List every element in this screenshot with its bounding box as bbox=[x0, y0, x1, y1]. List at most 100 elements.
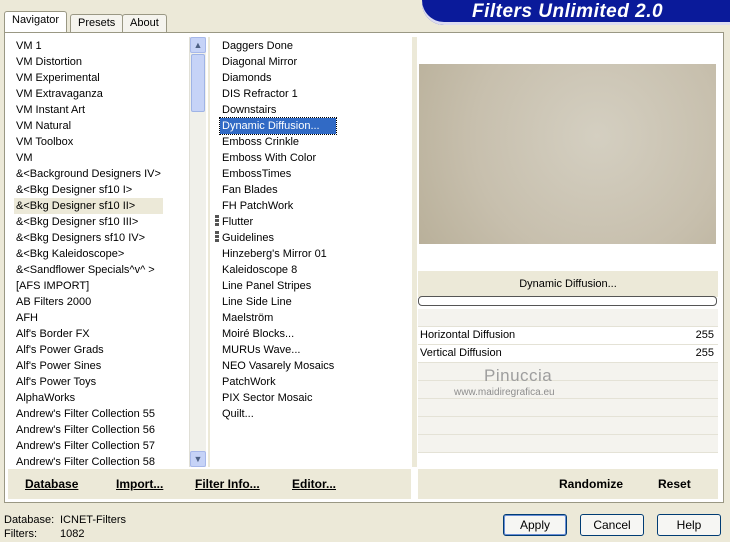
list-item[interactable]: Maelström bbox=[220, 310, 336, 326]
list-item[interactable]: VM 1 bbox=[14, 38, 163, 54]
list-item[interactable]: Moiré Blocks... bbox=[220, 326, 336, 342]
group-marker-icon bbox=[215, 215, 219, 227]
list-item[interactable]: Line Side Line bbox=[220, 294, 336, 310]
list-item[interactable]: Daggers Done bbox=[220, 38, 336, 54]
list-item[interactable]: Andrew's Filter Collection 56 bbox=[14, 422, 163, 438]
list-item[interactable]: Kaleidoscope 8 bbox=[220, 262, 336, 278]
list-item[interactable]: Downstairs bbox=[220, 102, 336, 118]
filter-list[interactable]: Daggers Done Diagonal Mirror Diamonds DIS R… bbox=[218, 38, 338, 422]
param-row-horizontal-diffusion[interactable]: Horizontal Diffusion 255 bbox=[418, 327, 718, 344]
filters-count: 1082 bbox=[60, 528, 85, 540]
import-button[interactable]: Import... bbox=[116, 477, 163, 491]
scrollbar-thumb[interactable] bbox=[191, 54, 205, 112]
list-item[interactable]: &<Bkg Designer sf10 I> bbox=[14, 182, 163, 198]
category-list-panel: VM 1 VM Distortion VM Experimental VM Extra… bbox=[8, 37, 207, 470]
list-item[interactable]: FH PatchWork bbox=[220, 198, 336, 214]
param-value[interactable]: 255 bbox=[696, 327, 714, 344]
apply-button[interactable]: Apply bbox=[503, 514, 567, 536]
panel-divider bbox=[412, 37, 417, 467]
list-item[interactable]: Flutter bbox=[220, 214, 336, 230]
preview-image bbox=[419, 64, 716, 244]
param-label: Horizontal Diffusion bbox=[420, 329, 516, 341]
filter-list-panel: Daggers Done Diagonal Mirror Diamonds DIS R… bbox=[213, 37, 411, 467]
randomize-button[interactable]: Randomize bbox=[559, 477, 623, 491]
param-label: Vertical Diffusion bbox=[420, 347, 502, 359]
filter-name-label: Dynamic Diffusion... bbox=[418, 271, 718, 297]
list-item[interactable]: Alf's Border FX bbox=[14, 326, 163, 342]
param-row-empty bbox=[418, 399, 718, 416]
list-item[interactable]: NEO Vasarely Mosaics bbox=[220, 358, 336, 374]
list-item[interactable]: Guidelines bbox=[220, 230, 336, 246]
list-item[interactable]: MURUs Wave... bbox=[220, 342, 336, 358]
tab-navigator[interactable]: Navigator bbox=[4, 11, 68, 32]
list-item[interactable]: VM Instant Art bbox=[14, 102, 163, 118]
list-item[interactable]: Quilt... bbox=[220, 406, 336, 422]
filter-info-button[interactable]: Filter Info... bbox=[195, 477, 260, 491]
category-scrollbar[interactable]: ▲ ▼ bbox=[189, 37, 206, 467]
list-item[interactable]: VM bbox=[14, 150, 163, 166]
list-item[interactable]: &<Background Designers IV> bbox=[14, 166, 163, 182]
chevron-up-icon[interactable]: ▲ bbox=[190, 37, 206, 53]
filters-label: Filters: bbox=[4, 528, 37, 540]
group-marker-icon bbox=[215, 231, 219, 243]
list-item[interactable]: Diamonds bbox=[220, 70, 336, 86]
list-item[interactable]: Andrew's Filter Collection 55 bbox=[14, 406, 163, 422]
list-item[interactable]: AB Filters 2000 bbox=[14, 294, 163, 310]
tab-presets[interactable]: Presets bbox=[70, 14, 124, 32]
list-item[interactable]: Diagonal Mirror bbox=[220, 54, 336, 70]
list-item[interactable]: VM Natural bbox=[14, 118, 163, 134]
param-row-empty bbox=[418, 309, 718, 326]
tab-about[interactable]: About bbox=[122, 14, 167, 32]
list-item[interactable]: PIX Sector Mosaic bbox=[220, 390, 336, 406]
list-item[interactable]: DIS Refractor 1 bbox=[220, 86, 336, 102]
list-item[interactable]: Andrew's Filter Collection 57 bbox=[14, 438, 163, 454]
list-item[interactable]: Alf's Power Toys bbox=[14, 374, 163, 390]
row-divider bbox=[418, 452, 718, 453]
list-item[interactable]: Emboss With Color bbox=[220, 150, 336, 166]
banner-title: Filters Unlimited 2.0 bbox=[472, 1, 664, 22]
list-item[interactable]: Andrew's Filter Collection 58 bbox=[14, 454, 163, 470]
list-item[interactable]: &<Bkg Designers sf10 IV> bbox=[14, 230, 163, 246]
list-item[interactable]: PatchWork bbox=[220, 374, 336, 390]
list-item[interactable]: VM Extravaganza bbox=[14, 86, 163, 102]
list-item[interactable]: Alf's Power Sines bbox=[14, 358, 163, 374]
list-item[interactable]: Emboss Crinkle bbox=[220, 134, 336, 150]
param-row-vertical-diffusion[interactable]: Vertical Diffusion 255 bbox=[418, 345, 718, 362]
row-divider bbox=[418, 326, 718, 327]
list-item[interactable]: VM Experimental bbox=[14, 70, 163, 86]
list-item[interactable]: Alf's Power Grads bbox=[14, 342, 163, 358]
list-item[interactable]: Fan Blades bbox=[220, 182, 336, 198]
watermark-name: Pinuccia bbox=[484, 366, 553, 385]
status-info: Database: ICNET-Filters Filters: 1082 bbox=[4, 513, 126, 541]
row-divider bbox=[418, 344, 718, 345]
param-row-empty bbox=[418, 363, 718, 380]
database-value: ICNET-Filters bbox=[60, 514, 126, 526]
list-item[interactable]: AFH bbox=[14, 310, 163, 326]
watermark-url: www.maidiregrafica.eu bbox=[454, 387, 555, 398]
list-item[interactable]: EmbossTimes bbox=[220, 166, 336, 182]
list-item[interactable]: VM Toolbox bbox=[14, 134, 163, 150]
database-button[interactable]: Database bbox=[25, 477, 78, 491]
list-item[interactable]: &<Bkg Kaleidoscope> bbox=[14, 246, 163, 262]
help-button[interactable]: Help bbox=[657, 514, 721, 536]
list-item[interactable]: &<Sandflower Specials^v^ > bbox=[14, 262, 163, 278]
param-value[interactable]: 255 bbox=[696, 345, 714, 362]
category-list[interactable]: VM 1 VM Distortion VM Experimental VM Extra… bbox=[14, 38, 163, 470]
list-item[interactable]: Line Panel Stripes bbox=[220, 278, 336, 294]
list-item[interactable]: &<Bkg Designer sf10 II> bbox=[14, 198, 163, 214]
list-item[interactable]: Dynamic Diffusion... bbox=[218, 117, 338, 135]
database-label: Database: bbox=[4, 514, 55, 526]
cancel-button[interactable]: Cancel bbox=[580, 514, 644, 536]
panel-divider bbox=[208, 37, 210, 467]
list-item[interactable]: [AFS IMPORT] bbox=[14, 278, 163, 294]
editor-button[interactable]: Editor... bbox=[292, 477, 336, 491]
chevron-down-icon[interactable]: ▼ bbox=[190, 451, 206, 467]
reset-button[interactable]: Reset bbox=[658, 477, 691, 491]
list-item[interactable]: VM Distortion bbox=[14, 54, 163, 70]
right-button-bar: Randomize Reset bbox=[418, 469, 718, 499]
list-item[interactable]: &<Bkg Designer sf10 III> bbox=[14, 214, 163, 230]
list-item[interactable]: Hinzeberg's Mirror 01 bbox=[220, 246, 336, 262]
left-button-bar: Database Import... Filter Info... Editor… bbox=[8, 469, 411, 499]
app-banner: Filters Unlimited 2.0 bbox=[422, 0, 730, 25]
list-item[interactable]: AlphaWorks bbox=[14, 390, 163, 406]
